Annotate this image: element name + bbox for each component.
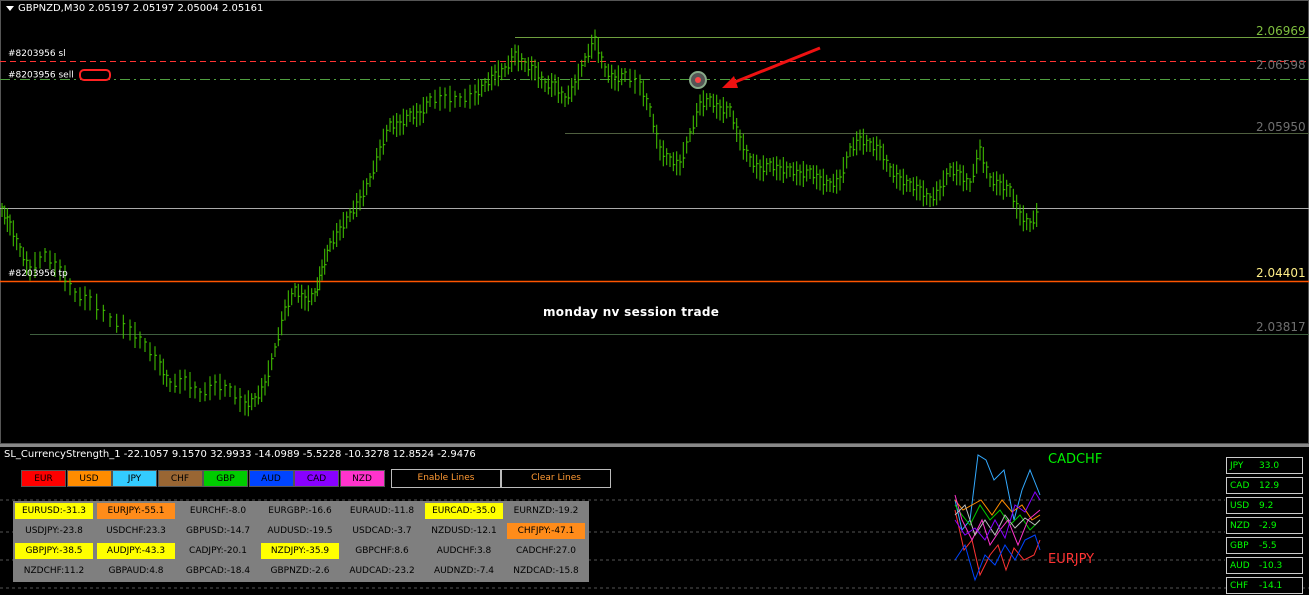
pair-cell: AUDCHF:3.8: [436, 546, 492, 556]
strength-row-usd: USD 9.2: [1226, 497, 1303, 514]
strength-currency: GBP: [1230, 541, 1249, 551]
price-label-top: 2.06969: [1256, 24, 1306, 38]
pair-cell: NZDCHF:11.2: [23, 566, 85, 576]
annotation-arrow: [729, 46, 821, 86]
pair-cell: USDJPY:-23.8: [25, 526, 83, 536]
pair-cell: GBPUSD:-14.7: [185, 526, 251, 536]
strength-row-gbp: GBP -5.5: [1226, 537, 1303, 554]
scribble-mark-icon: [78, 69, 111, 81]
indicator-title: SL_CurrencyStrength_1 -22.1057 9.1570 32…: [4, 449, 476, 460]
order-tp-label[interactable]: #8203956 tp: [8, 269, 68, 279]
currency-button-aud[interactable]: AUD: [248, 470, 294, 487]
strength-value: -5.5: [1259, 541, 1277, 551]
currency-button-usd[interactable]: USD: [66, 470, 112, 487]
pair-cell: EURUSD:-31.3: [15, 503, 93, 519]
pair-cell: AUDUSD:-19.5: [267, 526, 333, 536]
strength-value: -2.9: [1259, 521, 1277, 531]
weakest-pair-label: EURJPY: [1048, 552, 1095, 567]
pair-cell: AUDNZD:-7.4: [433, 566, 495, 576]
strength-row-cad: CAD 12.9: [1226, 477, 1303, 494]
currency-button-chf[interactable]: CHF: [157, 470, 203, 487]
pair-cell: GBPCHF:8.6: [355, 546, 409, 556]
price-label-mid: 2.05950: [1256, 120, 1306, 134]
strength-row-jpy: JPY 33.0: [1226, 457, 1303, 474]
pair-cell: EURCHF:-8.0: [189, 506, 247, 516]
strength-currency: CAD: [1230, 481, 1250, 491]
price-label-sell: 2.06598: [1256, 58, 1306, 72]
strongest-pair-label: CADCHF: [1048, 452, 1103, 467]
chart-annotation-text: monday nv session trade: [543, 305, 720, 319]
price-label-tp: 2.04401: [1256, 266, 1306, 280]
pair-cell: AUDCAD:-23.2: [349, 566, 415, 576]
strength-currency: USD: [1230, 501, 1250, 511]
strength-row-nzd: NZD -2.9: [1226, 517, 1303, 534]
pair-cell: EURNZD:-19.2: [513, 506, 579, 516]
currency-button-cad[interactable]: CAD: [294, 470, 339, 487]
strength-value: -14.1: [1259, 581, 1283, 591]
strength-currency: CHF: [1230, 581, 1249, 591]
strength-row-aud: AUD -10.3: [1226, 557, 1303, 574]
enable-lines-button[interactable]: Enable Lines: [391, 469, 501, 488]
strength-currency: NZD: [1230, 521, 1250, 531]
pair-cell: AUDJPY:-43.3: [97, 543, 175, 559]
pair-cell: USDCHF:23.3: [106, 526, 166, 536]
order-sl-label[interactable]: #8203956 sl: [8, 49, 66, 59]
pair-cell: GBPJPY:-38.5: [15, 543, 93, 559]
pair-cell: EURAUD:-11.8: [349, 506, 415, 516]
strength-value: 33.0: [1259, 461, 1280, 471]
pair-cell: EURCAD:-35.0: [425, 503, 503, 519]
pair-cell: CHFJPY:-47.1: [507, 523, 585, 539]
currency-button-nzd[interactable]: NZD: [339, 470, 385, 487]
pair-cell: EURGBP:-16.6: [268, 506, 332, 516]
strength-currency: AUD: [1230, 561, 1250, 571]
currency-button-gbp[interactable]: GBP: [203, 470, 248, 487]
pair-cell: NZDJPY:-35.9: [261, 543, 339, 559]
pair-cell: CADCHF:27.0: [516, 546, 576, 556]
pair-strength-table: EURUSD:-31.3 EURJPY:-55.1 EURCHF:-8.0 EURGB…: [13, 501, 589, 582]
order-sell-label[interactable]: #8203956 sell: [8, 69, 111, 81]
strength-value: -10.3: [1259, 561, 1283, 571]
dropdown-triangle-icon[interactable]: [6, 5, 14, 11]
pair-cell: NZDUSD:-12.1: [431, 526, 497, 536]
currency-strength-lines: [954, 454, 1041, 582]
strength-value: 12.9: [1259, 481, 1280, 491]
strength-row-chf: CHF -14.1: [1226, 577, 1303, 594]
pair-cell: GBPNZD:-2.6: [270, 566, 330, 576]
pair-cell: GBPCAD:-18.4: [185, 566, 251, 576]
price-label-bottom: 2.03817: [1256, 320, 1306, 334]
pair-cell: CADJPY:-20.1: [189, 546, 247, 556]
arrow-head: [722, 76, 738, 88]
pair-cell: USDCAD:-3.7: [352, 526, 412, 536]
pair-cell: EURJPY:-55.1: [97, 503, 175, 519]
strength-value: 9.2: [1259, 501, 1274, 511]
clear-lines-button[interactable]: Clear Lines: [501, 469, 611, 488]
strength-currency: JPY: [1230, 461, 1244, 471]
currency-button-eur[interactable]: EUR: [21, 470, 66, 487]
pair-cell: GBPAUD:4.8: [108, 566, 164, 576]
symbol-header[interactable]: GBPNZD,M30 2.05197 2.05197 2.05004 2.051…: [6, 3, 263, 14]
currency-button-jpy[interactable]: JPY: [112, 470, 157, 487]
pair-cell: NZDCAD:-15.8: [513, 566, 579, 576]
candlestick-series: [1, 29, 1039, 417]
